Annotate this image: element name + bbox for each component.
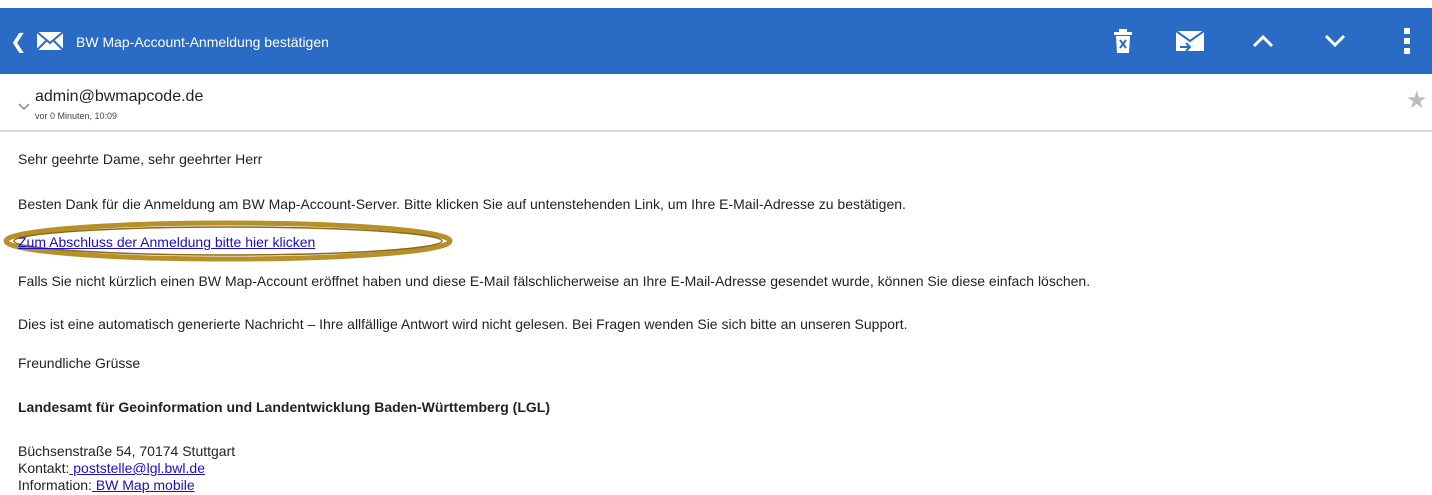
contact-line: Kontakt: poststelle@lgl.bwl.de <box>18 459 205 477</box>
info-link[interactable]: BW Map mobile <box>92 477 195 493</box>
address-line: Büchsenstraße 54, 70174 Stuttgart <box>18 443 236 459</box>
back-icon[interactable]: ❮ <box>10 32 27 52</box>
next-icon[interactable] <box>1320 26 1350 56</box>
thanks-paragraph: Besten Dank für die Anmeldung am BW Map-… <box>18 196 906 212</box>
contact-email-link[interactable]: poststelle@lgl.bwl.de <box>69 460 205 476</box>
window-title: BW Map-Account-Anmeldung bestätigen <box>76 34 329 50</box>
status-strip <box>0 0 1432 8</box>
confirm-registration-link[interactable]: Zum Abschluss der Anmeldung bitte hier k… <box>18 234 315 250</box>
organization-name: Landesamt für Geoinformation und Landent… <box>18 399 550 415</box>
overflow-menu-icon[interactable] <box>1392 26 1422 56</box>
ignore-paragraph: Falls Sie nicht kürzlich einen BW Map-Ac… <box>18 273 1091 289</box>
info-label: Information: <box>18 477 92 493</box>
app-bar: ❮ BW Map-Account-Anmeldung bestätigen <box>0 8 1432 74</box>
closing: Freundliche Grüsse <box>18 355 141 371</box>
chevron-down-icon[interactable] <box>18 98 30 116</box>
mark-unread-icon[interactable] <box>1175 26 1205 56</box>
message-time: vor 0 Minuten, 10:09 <box>35 111 118 121</box>
greeting: Sehr geehrte Dame, sehr geehrter Herr <box>18 151 263 167</box>
sender-address[interactable]: admin@bwmapcode.de <box>35 88 203 106</box>
star-icon[interactable]: ★ <box>1406 89 1428 113</box>
contact-label: Kontakt: <box>18 460 70 476</box>
previous-icon[interactable] <box>1248 26 1278 56</box>
info-line: Information: BW Map mobile <box>18 476 195 494</box>
mail-icon <box>36 31 64 56</box>
auto-message-paragraph: Dies ist eine automatisch generierte Nac… <box>18 316 908 332</box>
confirm-link-line: Zum Abschluss der Anmeldung bitte hier k… <box>18 233 315 251</box>
delete-icon[interactable] <box>1108 26 1138 56</box>
message-header <box>0 74 1432 132</box>
